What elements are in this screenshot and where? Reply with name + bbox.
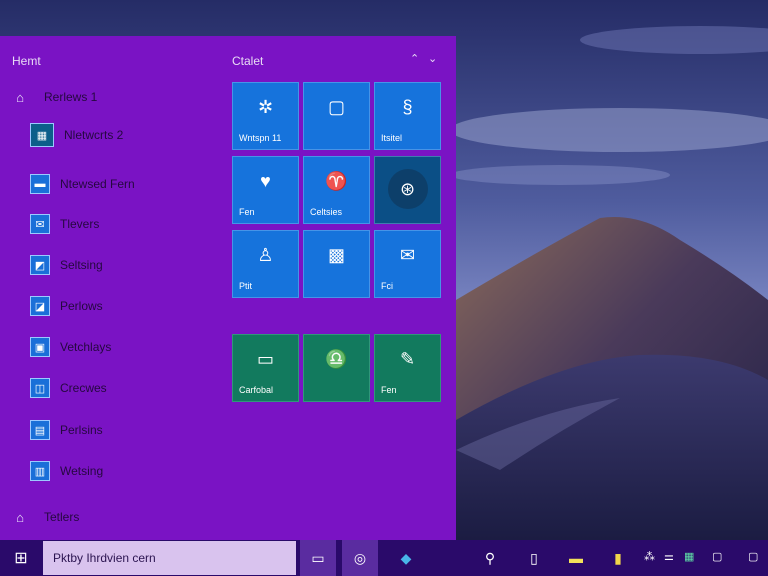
shield-icon: ♥ xyxy=(260,171,271,191)
battery-icon[interactable]: ▦ xyxy=(684,550,694,563)
start-menu-header: Hemt xyxy=(12,54,41,68)
tile[interactable]: ♙ Ptit xyxy=(232,230,299,298)
globe-icon: ⊛ xyxy=(387,169,428,209)
app-icon: ◆ xyxy=(400,549,412,566)
app-label: Perlsins xyxy=(60,423,103,437)
tile-label: Carfobal xyxy=(239,385,274,395)
app-list-item[interactable]: ✉ Tlevers xyxy=(0,209,224,239)
app-list-item[interactable]: ⌂ Tetlers xyxy=(0,502,224,532)
tile[interactable]: ▩ xyxy=(303,230,370,298)
document-icon: ▢ xyxy=(327,97,345,117)
tile[interactable]: ▭ Carfobal xyxy=(232,334,299,402)
tile-label: Fci xyxy=(381,281,393,291)
tile[interactable]: ✉ Fci xyxy=(374,230,441,298)
mail-icon: ✉ xyxy=(399,245,416,265)
app-icon: ▬ xyxy=(30,174,50,194)
app-icon: ◪ xyxy=(30,296,50,316)
clock-icon[interactable]: ▢ xyxy=(712,550,722,563)
app-icon: ▣ xyxy=(30,337,50,357)
ticket-icon: ♈ xyxy=(325,171,348,191)
app-list-item[interactable]: ⌂ Rerlews 1 xyxy=(0,82,224,112)
app-list-item[interactable]: ▥ Wetsing xyxy=(0,456,224,486)
app-list-item[interactable]: ▬ Ntewsed Fern xyxy=(0,169,224,199)
chevron-down-icon[interactable]: ⌄ xyxy=(428,52,437,65)
app-icon: ▥ xyxy=(30,461,50,481)
taskbar: ⊞ Pktby Ihrdvien cern ▭ ◎ ◆ ⚲ ▯ ▬ ▮ ⁂ ⚌ … xyxy=(0,540,768,576)
app-icon: ◩ xyxy=(30,255,50,275)
app-icon: ✉ xyxy=(30,214,50,234)
tile[interactable]: ✲ Wntspn 11 xyxy=(232,82,299,150)
pinned-app-button[interactable]: ◆ xyxy=(388,540,424,576)
app-icon: ▤ xyxy=(30,420,50,440)
notification-icon[interactable]: ▢ xyxy=(748,550,758,563)
app-label: Wetsing xyxy=(60,464,104,478)
app-list-item[interactable]: ◫ Crecwes xyxy=(0,373,224,403)
user-icon: ⌂ xyxy=(16,509,24,525)
gear-icon: ✲ xyxy=(257,97,274,117)
app-label: Ntewsed Fern xyxy=(60,177,135,191)
tile-label: Fen xyxy=(381,385,397,395)
tile-label: Celtsies xyxy=(310,207,343,217)
app-label: Rerlews 1 xyxy=(44,90,98,104)
app-label: Tetlers xyxy=(44,510,80,524)
app-icon: ◫ xyxy=(30,378,50,398)
tile-label: Itsitel xyxy=(381,133,403,143)
app-label: Vetchlays xyxy=(60,340,112,354)
tile[interactable]: § Itsitel xyxy=(374,82,441,150)
app-label: Perlows xyxy=(60,299,103,313)
file-explorer-button[interactable]: ▯ xyxy=(516,540,552,576)
tile[interactable]: ✎ Fen xyxy=(374,334,441,402)
calendar-icon: ▩ xyxy=(327,245,345,265)
app-list-item[interactable]: ◩ Seltsing xyxy=(0,250,224,280)
tile-group-title: Ctalet xyxy=(232,54,264,68)
pinned-app-button[interactable]: ▬ xyxy=(558,540,594,576)
tile-label: Ptit xyxy=(239,281,253,291)
app-list-item[interactable]: ▦ Nletwcrts 2 xyxy=(0,120,224,150)
app-icon: ▦ xyxy=(30,123,54,147)
tile[interactable]: ▢ xyxy=(303,82,370,150)
tile[interactable]: ♥ Fen xyxy=(232,156,299,224)
app-label: Tlevers xyxy=(60,217,100,231)
headset-icon: ♎ xyxy=(325,349,348,369)
task-view-icon: ▭ xyxy=(311,549,325,566)
folder-icon: ▮ xyxy=(614,549,622,566)
start-menu: Hemt ⌂ Rerlews 1 ▦ Nletwcrts 2 ▬ Ntewsed… xyxy=(0,36,456,540)
tile[interactable]: ♎ xyxy=(303,334,370,402)
pencil-icon: ✎ xyxy=(399,349,416,369)
app-list-item[interactable]: ▣ Vetchlays xyxy=(0,332,224,362)
app-icon: ▬ xyxy=(569,550,583,566)
cortana-button[interactable]: ◎ xyxy=(342,540,378,576)
store-icon: ♙ xyxy=(257,245,274,265)
home-icon: ⌂ xyxy=(16,89,24,105)
file-icon: ▯ xyxy=(530,549,538,566)
tile-label: Wntspn 11 xyxy=(239,133,282,143)
app-label: Nletwcrts 2 xyxy=(64,128,124,142)
folder-icon: ▭ xyxy=(256,349,274,369)
tile[interactable]: ⊛ xyxy=(374,156,441,224)
app-label: Crecwes xyxy=(60,381,107,395)
bookmark-icon: § xyxy=(402,97,413,117)
search-icon: ⚲ xyxy=(484,549,496,566)
pinned-app-button[interactable]: ▮ xyxy=(600,540,636,576)
network-icon[interactable]: ⁂ xyxy=(644,550,655,563)
cortana-icon: ◎ xyxy=(353,549,367,566)
start-button[interactable]: ⊞ xyxy=(0,540,42,576)
task-view-button[interactable]: ▭ xyxy=(300,540,336,576)
collapse-icon[interactable]: ⌃ xyxy=(410,52,419,65)
search-input[interactable]: Pktby Ihrdvien cern xyxy=(43,541,296,575)
search-button[interactable]: ⚲ xyxy=(472,540,508,576)
tile-label: Fen xyxy=(239,207,255,217)
windows-logo-icon: ⊞ xyxy=(14,550,28,567)
volume-icon[interactable]: ⚌ xyxy=(664,550,674,563)
app-list-item[interactable]: ▤ Perlsins xyxy=(0,415,224,445)
app-list-item[interactable]: ◪ Perlows xyxy=(0,291,224,321)
tile[interactable]: ♈ Celtsies xyxy=(303,156,370,224)
app-label: Seltsing xyxy=(60,258,103,272)
